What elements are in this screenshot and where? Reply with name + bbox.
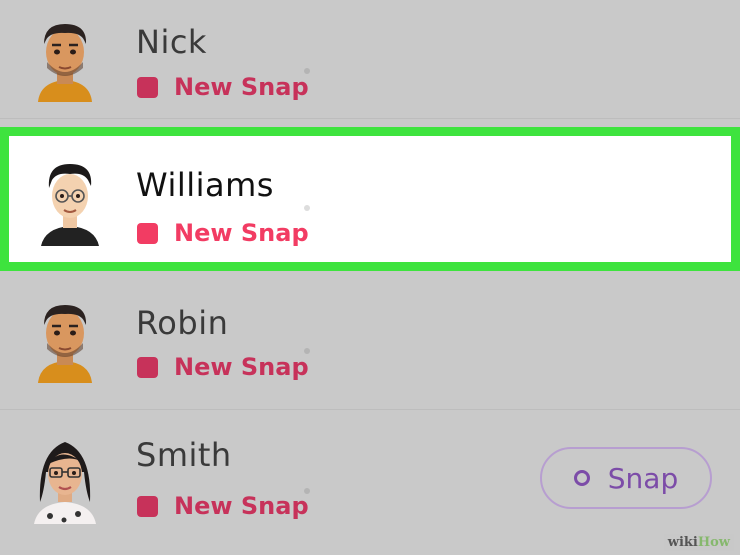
contact-name: Nick <box>136 23 207 61</box>
new-snap-icon <box>137 222 158 244</box>
snap-status-text: New Snap <box>174 353 309 381</box>
snap-status-text: New Snap <box>174 219 309 247</box>
contact-name: Robin <box>136 304 229 342</box>
snap-status-text: New Snap <box>174 73 309 101</box>
contact-row-robin[interactable]: Robin New Snap <box>0 271 740 410</box>
snap-status: New Snap <box>137 353 309 381</box>
snap-button[interactable]: Snap <box>540 447 712 509</box>
new-snap-icon <box>137 356 158 378</box>
watermark-part2: How <box>697 535 730 550</box>
contact-row-nick[interactable]: Nick New Snap <box>0 0 740 119</box>
avatar <box>30 12 100 102</box>
new-snap-icon <box>137 76 158 98</box>
avatar <box>30 293 100 383</box>
separator-dot <box>304 488 310 494</box>
new-snap-icon <box>137 495 158 517</box>
contact-name: Smith <box>136 436 232 474</box>
separator-dot <box>304 348 310 354</box>
camera-circle-icon <box>573 470 590 486</box>
separator-dot <box>304 205 310 211</box>
snap-button-label: Snap <box>607 461 679 495</box>
watermark-part1: wiki <box>667 535 698 550</box>
snap-status-text: New Snap <box>174 492 309 520</box>
contact-row-williams[interactable]: Williams New Snap <box>0 127 740 271</box>
separator-dot <box>304 68 310 74</box>
avatar <box>35 156 105 246</box>
snap-status: New Snap <box>137 219 309 247</box>
contact-name: Williams <box>136 166 274 204</box>
snap-status: New Snap <box>137 492 309 520</box>
watermark-logo: wikiHow <box>663 534 734 551</box>
snap-status: New Snap <box>137 73 309 101</box>
avatar <box>30 432 100 524</box>
